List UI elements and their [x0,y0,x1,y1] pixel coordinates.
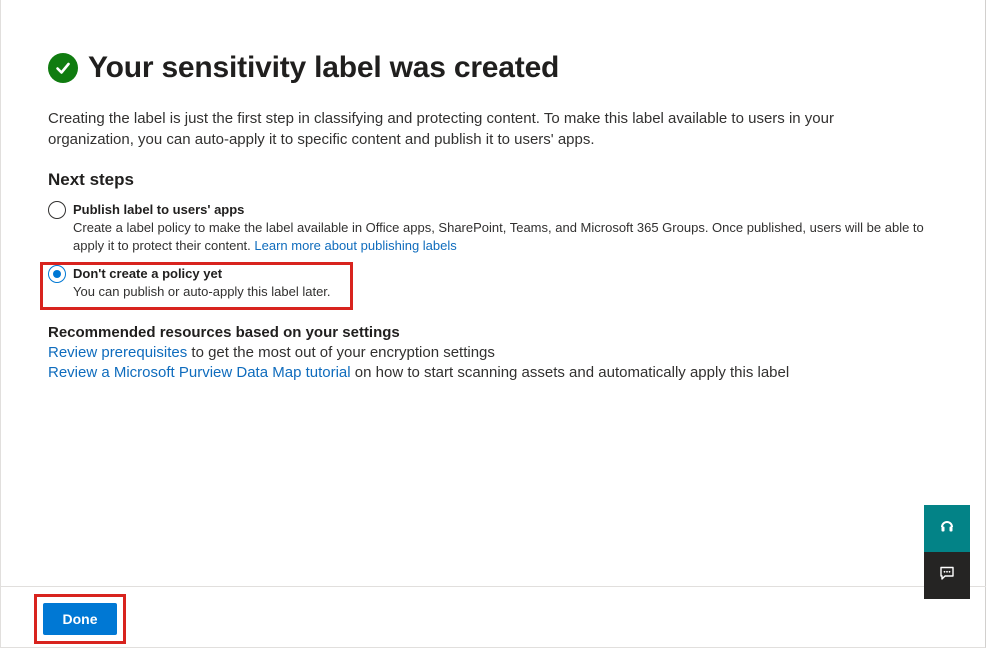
data-map-tutorial-link[interactable]: Review a Microsoft Purview Data Map tuto… [48,364,351,381]
resources-heading: Recommended resources based on your sett… [48,324,400,341]
footer-divider [0,586,986,587]
learn-more-publishing-link[interactable]: Learn more about publishing labels [254,238,456,253]
resource-item: Review a Microsoft Purview Data Map tuto… [48,363,948,383]
option-no-policy-title: Don't create a policy yet [73,266,223,281]
next-steps-heading: Next steps [48,170,134,189]
headset-icon [939,518,955,539]
done-button[interactable]: Done [43,603,117,635]
option-publish-label-description: Create a label policy to make the label … [73,219,943,255]
feedback-button[interactable] [924,552,970,599]
feedback-icon [939,565,955,586]
option-no-policy[interactable]: Don't create a policy yet You can publis… [48,265,948,301]
intro-text: Creating the label is just the first ste… [48,110,834,148]
option-publish-label-title: Publish label to users' apps [73,202,245,217]
radio-no-policy[interactable] [48,265,66,283]
resource-item-text: to get the most out of your encryption s… [187,344,495,361]
help-button[interactable] [924,505,970,552]
option-publish-label-description-text: Create a label policy to make the label … [73,220,924,253]
page-title: Your sensitivity label was created [88,51,560,84]
success-check-icon [48,53,78,83]
review-prerequisites-link[interactable]: Review prerequisites [48,344,187,361]
main-content: Your sensitivity label was created Creat… [48,48,948,383]
option-no-policy-description: You can publish or auto-apply this label… [73,284,331,299]
resource-item-text: on how to start scanning assets and auto… [350,364,790,381]
title-row: Your sensitivity label was created [48,48,948,88]
option-publish-label[interactable]: Publish label to users' apps Create a la… [48,201,948,255]
radio-publish-label[interactable] [48,201,66,219]
resource-item: Review prerequisites to get the most out… [48,343,948,363]
